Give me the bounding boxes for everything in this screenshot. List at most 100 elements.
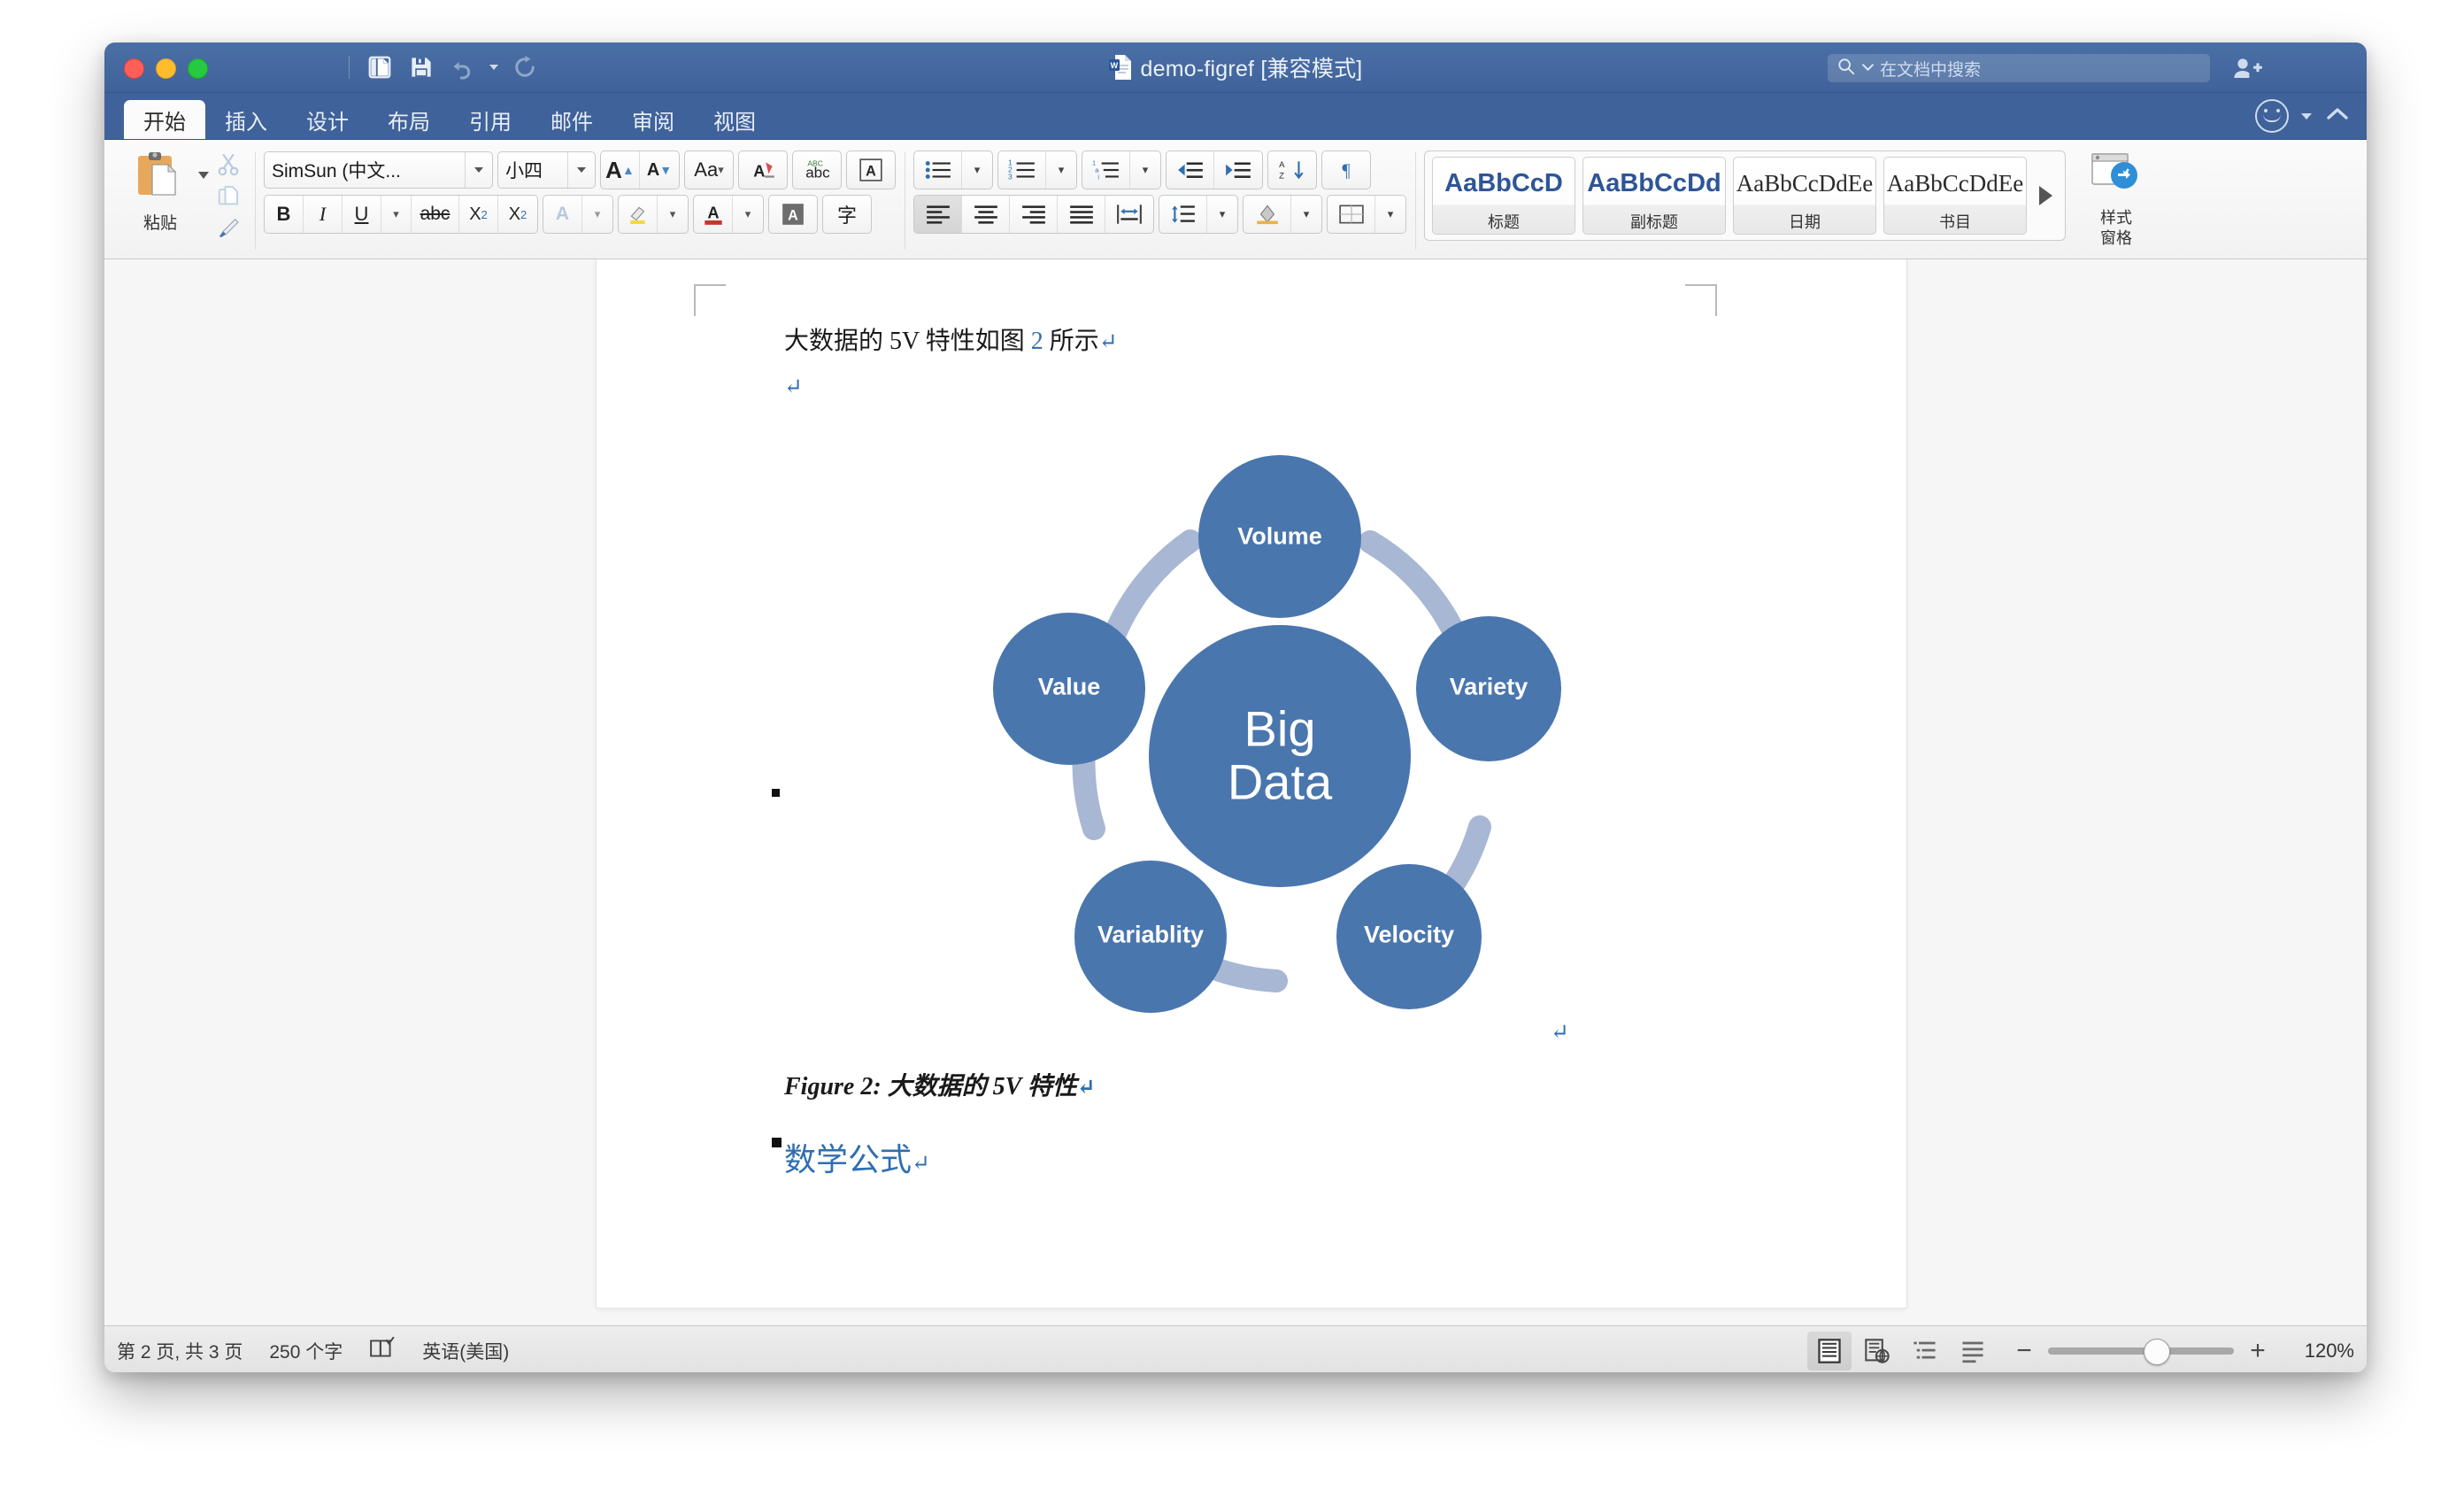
sort-icon[interactable]: AZ xyxy=(1268,151,1316,189)
justify-button[interactable] xyxy=(1058,196,1105,233)
text-effects-button[interactable]: A xyxy=(543,196,582,233)
distribute-button[interactable] xyxy=(1105,196,1153,233)
numbering-caret-icon[interactable]: ▾ xyxy=(1046,151,1076,189)
style-card-subtitle[interactable]: AaBbCcDd 副标题 xyxy=(1582,157,1726,235)
font-name-caret-icon[interactable] xyxy=(465,152,492,188)
bullets-caret-icon[interactable]: ▾ xyxy=(962,151,992,189)
word-count[interactable]: 250 个字 xyxy=(269,1338,343,1364)
align-left-button[interactable] xyxy=(914,196,962,233)
styles-gallery-more-icon[interactable] xyxy=(2039,186,2052,205)
style-card-date[interactable]: AaBbCcDdEe 日期 xyxy=(1733,157,1876,235)
font-name-combobox[interactable]: SimSun (中文... xyxy=(264,151,493,189)
language-indicator[interactable]: 英语(美国) xyxy=(422,1338,509,1364)
sidebar-toggle-icon[interactable] xyxy=(361,50,398,85)
zoom-window-button[interactable] xyxy=(188,58,208,79)
feedback-smiley-icon[interactable] xyxy=(2255,99,2289,133)
strikethrough-button[interactable]: abc xyxy=(412,196,459,233)
zoom-slider[interactable] xyxy=(2048,1339,2234,1365)
search-dropdown-caret-icon[interactable] xyxy=(1862,60,1874,76)
tab-layout[interactable]: 布局 xyxy=(368,100,450,139)
align-center-button[interactable] xyxy=(962,196,1010,233)
style-card-title[interactable]: AaBbCcD 标题 xyxy=(1432,157,1575,235)
phonetic-button[interactable]: 字 xyxy=(823,196,871,233)
web-layout-view-button[interactable] xyxy=(1855,1332,1899,1371)
borders-icon[interactable] xyxy=(1328,196,1375,233)
show-formatting-marks-icon[interactable]: ¶ xyxy=(1322,151,1370,189)
shading-caret-icon[interactable]: ▾ xyxy=(1291,196,1321,233)
multilevel-list-icon[interactable]: 1ai xyxy=(1082,151,1130,189)
format-painter-icon[interactable] xyxy=(211,214,246,243)
minimize-window-button[interactable] xyxy=(156,58,176,79)
document-empty-line[interactable]: ↵ xyxy=(784,373,803,401)
font-color-button[interactable]: A xyxy=(694,196,733,233)
undo-dropdown-caret-icon[interactable] xyxy=(486,50,502,85)
italic-button[interactable]: I xyxy=(304,196,343,233)
shrink-font-button[interactable]: A ▼ xyxy=(640,151,679,189)
shading-icon[interactable] xyxy=(1244,196,1291,233)
line-spacing-icon[interactable] xyxy=(1159,196,1207,233)
redo-icon[interactable] xyxy=(506,50,543,85)
highlight-button[interactable] xyxy=(619,196,658,233)
zoom-level-label[interactable]: 120% xyxy=(2291,1340,2354,1363)
tab-references[interactable]: 引用 xyxy=(450,100,531,139)
bold-button[interactable]: B xyxy=(265,196,304,233)
tab-home[interactable]: 开始 xyxy=(124,100,205,139)
decrease-indent-icon[interactable] xyxy=(1167,151,1214,189)
numbering-icon[interactable]: 123 xyxy=(998,151,1046,189)
ribbon-collapse-icon[interactable] xyxy=(2324,105,2351,127)
styles-pane-button[interactable]: 样式 窗格 xyxy=(2078,145,2154,247)
bullets-icon[interactable] xyxy=(914,151,962,189)
feedback-dropdown-caret-icon[interactable] xyxy=(2301,112,2312,120)
word-document-icon: W xyxy=(1108,54,1132,81)
style-card-bibliography[interactable]: AaBbCcDdEe 书目 xyxy=(1883,157,2027,235)
font-size-caret-icon[interactable] xyxy=(567,152,595,188)
clear-formatting-button[interactable]: A xyxy=(739,151,787,189)
draft-view-button[interactable] xyxy=(1951,1332,1995,1371)
zoom-in-button[interactable]: + xyxy=(2248,1338,2268,1364)
section-heading[interactable]: 数学公式↵ xyxy=(784,1134,930,1180)
tab-design[interactable]: 设计 xyxy=(287,100,368,139)
text-effects-caret-icon[interactable]: ▾ xyxy=(582,196,612,233)
copy-icon[interactable] xyxy=(211,182,246,211)
highlight-caret-icon[interactable]: ▾ xyxy=(658,196,688,233)
character-shading-button[interactable]: A xyxy=(769,196,817,233)
multilevel-list-caret-icon[interactable]: ▾ xyxy=(1130,151,1160,189)
undo-icon[interactable] xyxy=(444,50,481,85)
print-layout-view-button[interactable] xyxy=(1807,1332,1852,1371)
cut-icon[interactable] xyxy=(211,151,246,179)
subscript-button[interactable]: X2 xyxy=(459,196,498,233)
superscript-button[interactable]: X2 xyxy=(498,196,537,233)
increase-indent-icon[interactable] xyxy=(1214,151,1262,189)
document-page[interactable]: 大数据的 5V 特性如图 2 所示↵ ↵ ↵ Big Data Volume V… xyxy=(597,259,1906,1308)
phonetic-guide-button[interactable]: abc ABC xyxy=(793,151,841,189)
save-icon[interactable] xyxy=(403,50,440,85)
underline-button[interactable]: U xyxy=(343,196,381,233)
search-input[interactable]: 在文档中搜索 xyxy=(1828,54,2210,82)
proofing-status[interactable] xyxy=(369,1336,396,1365)
close-window-button[interactable] xyxy=(124,58,144,79)
tab-mailings[interactable]: 邮件 xyxy=(531,100,612,139)
page-indicator-text: 第 2 页, 共 3 页 xyxy=(117,1342,243,1363)
paste-dropdown-caret-icon[interactable] xyxy=(198,172,209,179)
paste-button[interactable]: 粘贴 xyxy=(126,145,195,234)
outline-view-button[interactable] xyxy=(1903,1332,1947,1371)
page-indicator[interactable]: 第 2 页, 共 3 页 xyxy=(117,1338,243,1364)
add-person-icon[interactable] xyxy=(2229,53,2265,83)
change-case-button[interactable]: Aa ▾ xyxy=(685,151,733,189)
line-spacing-caret-icon[interactable]: ▾ xyxy=(1207,196,1237,233)
font-color-caret-icon[interactable]: ▾ xyxy=(733,196,763,233)
tab-view[interactable]: 视图 xyxy=(694,100,775,139)
borders-caret-icon[interactable]: ▾ xyxy=(1375,196,1405,233)
tab-review[interactable]: 审阅 xyxy=(612,100,694,139)
zoom-slider-handle[interactable] xyxy=(2144,1339,2170,1365)
font-size-combobox[interactable]: 小四 xyxy=(497,151,596,189)
zoom-out-button[interactable]: − xyxy=(2014,1338,2034,1364)
grow-font-button[interactable]: A ▲ xyxy=(601,151,640,189)
heading-collapse-marker[interactable] xyxy=(772,1138,782,1147)
underline-caret-icon[interactable]: ▾ xyxy=(381,196,412,233)
tab-insert[interactable]: 插入 xyxy=(205,100,287,139)
figure-caption[interactable]: Figure 2: 大数据的 5V 特性↵ xyxy=(784,1067,1096,1102)
character-border-button[interactable]: A xyxy=(847,151,895,189)
align-right-button[interactable] xyxy=(1010,196,1058,233)
document-canvas[interactable]: 大数据的 5V 特性如图 2 所示↵ ↵ ↵ Big Data Volume V… xyxy=(104,259,2367,1325)
